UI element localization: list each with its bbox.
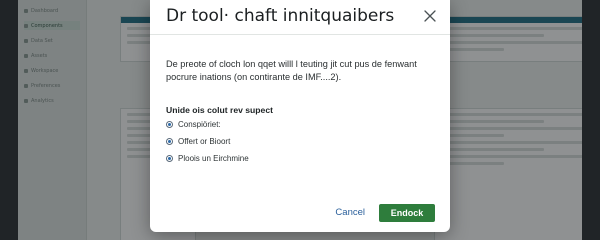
radio-button[interactable] (166, 121, 173, 128)
option-label: Offert or Bioort (178, 137, 231, 146)
option-consporiet[interactable]: Conspiöriet: (166, 117, 434, 132)
option-label: Ploois un Eirchmine (178, 154, 249, 163)
dialog-body: De preote of cloch lon qqet willl l teut… (166, 58, 434, 166)
dialog-title: Dr tool· chaft innitquaibers (166, 6, 395, 26)
cancel-button[interactable]: Cancel (335, 204, 365, 220)
option-offert[interactable]: Offert or Bioort (166, 134, 434, 149)
option-label: Conspiöriet: (178, 120, 221, 129)
close-icon (424, 10, 436, 22)
dialog-description: De preote of cloch lon qqet willl l teut… (166, 59, 417, 82)
confirm-button[interactable]: Endock (379, 204, 435, 222)
options-label: Unide ois colut rev supect (166, 105, 273, 115)
radio-button[interactable] (166, 138, 173, 145)
dialog-header: Dr tool· chaft innitquaibers (150, 0, 450, 35)
radio-button[interactable] (166, 155, 173, 162)
dialog: Dr tool· chaft innitquaibers De preote o… (150, 0, 450, 232)
dialog-footer: Cancel Endock (150, 192, 450, 232)
close-button[interactable] (420, 6, 440, 26)
option-ploois[interactable]: Ploois un Eirchmine (166, 151, 434, 166)
